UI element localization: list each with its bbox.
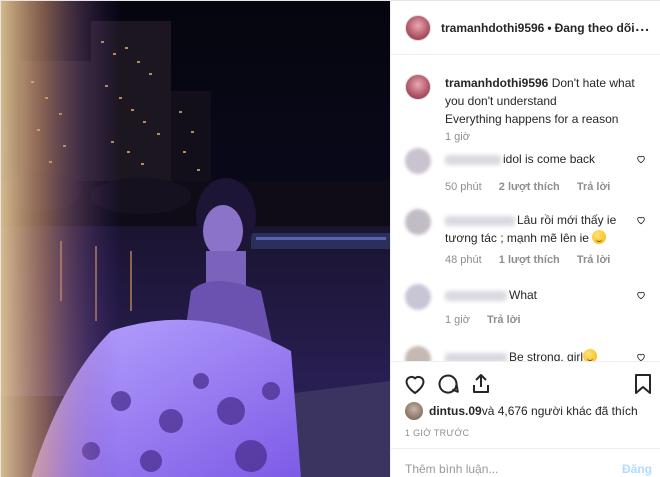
- comment-text: Lâu rồi mới thấy ie tương tác ; mạnh mẽ …: [445, 211, 623, 247]
- commenter-avatar[interactable]: [405, 284, 431, 310]
- likes-summary[interactable]: dintus.09 và 4,676 người khác đã thích: [405, 402, 638, 420]
- smile-emoji-icon: [592, 230, 607, 244]
- like-heart-icon[interactable]: [403, 372, 427, 396]
- action-icons: [403, 372, 653, 396]
- comment-meta: 50 phút 2 lượt thích Trả lời: [445, 181, 624, 193]
- post-timestamp[interactable]: 1 GIỜ TRƯỚC: [405, 428, 469, 438]
- comment-body: What: [509, 288, 538, 302]
- commenter-username-blurred[interactable]: [445, 352, 507, 361]
- comment-text: What: [445, 286, 623, 304]
- comment-body: idol is come back: [503, 152, 596, 166]
- reply-button[interactable]: Trả lời: [577, 181, 611, 193]
- liker-username[interactable]: dintus.09: [429, 404, 482, 418]
- author-username[interactable]: tramanhdothi9596: [441, 21, 544, 35]
- instagram-post: tramanhdothi9596 • Đang theo dõi ... tra…: [0, 0, 660, 477]
- following-button[interactable]: Đang theo dõi: [555, 21, 635, 35]
- commenter-username-blurred[interactable]: [445, 154, 501, 165]
- comment-time[interactable]: 48 phút: [445, 254, 482, 266]
- comment-time[interactable]: 50 phút: [445, 181, 482, 193]
- commenter-avatar[interactable]: [405, 209, 431, 235]
- comment-likes[interactable]: 1 lượt thích: [499, 254, 560, 266]
- heart-icon[interactable]: [636, 215, 646, 225]
- actions-section: dintus.09 và 4,676 người khác đã thích 1…: [391, 361, 660, 477]
- liker-avatar[interactable]: [405, 402, 423, 420]
- share-icon[interactable]: [469, 372, 493, 396]
- comment-input[interactable]: Thêm bình luận...: [405, 462, 498, 476]
- caption-line2: Everything happens for a reason: [445, 112, 619, 126]
- night-photo: [1, 1, 390, 477]
- comment-time[interactable]: 1 giờ: [445, 314, 470, 326]
- comment-body: Be strong, girl: [509, 350, 584, 361]
- bookmark-icon[interactable]: [631, 372, 655, 396]
- separator-dot: •: [547, 20, 552, 35]
- commenter-avatar[interactable]: [405, 148, 431, 174]
- reply-button[interactable]: Trả lời: [577, 254, 611, 266]
- smile-emoji-icon: [583, 349, 598, 361]
- add-comment-bar: Thêm bình luận... Đăng: [391, 448, 660, 477]
- heart-icon[interactable]: [636, 154, 646, 164]
- caption-avatar[interactable]: [405, 74, 431, 100]
- comment-icon[interactable]: [436, 372, 460, 396]
- more-options-icon[interactable]: ...: [635, 19, 650, 33]
- commenter-username-blurred[interactable]: [445, 215, 515, 226]
- comments-list[interactable]: tramanhdothi9596 Don't hate what you don…: [391, 56, 660, 361]
- commenter-avatar[interactable]: [405, 346, 431, 361]
- caption-text: tramanhdothi9596 Don't hate what you don…: [445, 74, 650, 128]
- comment-text: idol is come back: [445, 150, 623, 168]
- comment-meta: 1 giờ Trả lời: [445, 314, 535, 326]
- author-avatar[interactable]: [405, 14, 431, 41]
- heart-icon[interactable]: [636, 352, 646, 361]
- comment-text: Be strong, girl: [445, 348, 623, 361]
- heart-icon[interactable]: [636, 290, 646, 300]
- post-header: tramanhdothi9596 • Đang theo dõi ...: [391, 1, 660, 55]
- caption-username[interactable]: tramanhdothi9596: [445, 76, 548, 90]
- post-comment-button[interactable]: Đăng: [622, 462, 652, 476]
- reply-button[interactable]: Trả lời: [487, 314, 521, 326]
- likes-text[interactable]: và 4,676 người khác đã thích: [482, 404, 638, 418]
- commenter-username-blurred[interactable]: [445, 290, 507, 301]
- comment-meta: 48 phút 1 lượt thích Trả lời: [445, 254, 624, 266]
- post-photo[interactable]: [1, 1, 390, 477]
- post-sidebar: tramanhdothi9596 • Đang theo dõi ... tra…: [390, 1, 660, 477]
- comment-likes[interactable]: 2 lượt thích: [499, 181, 560, 193]
- caption-time[interactable]: 1 giờ: [445, 131, 470, 143]
